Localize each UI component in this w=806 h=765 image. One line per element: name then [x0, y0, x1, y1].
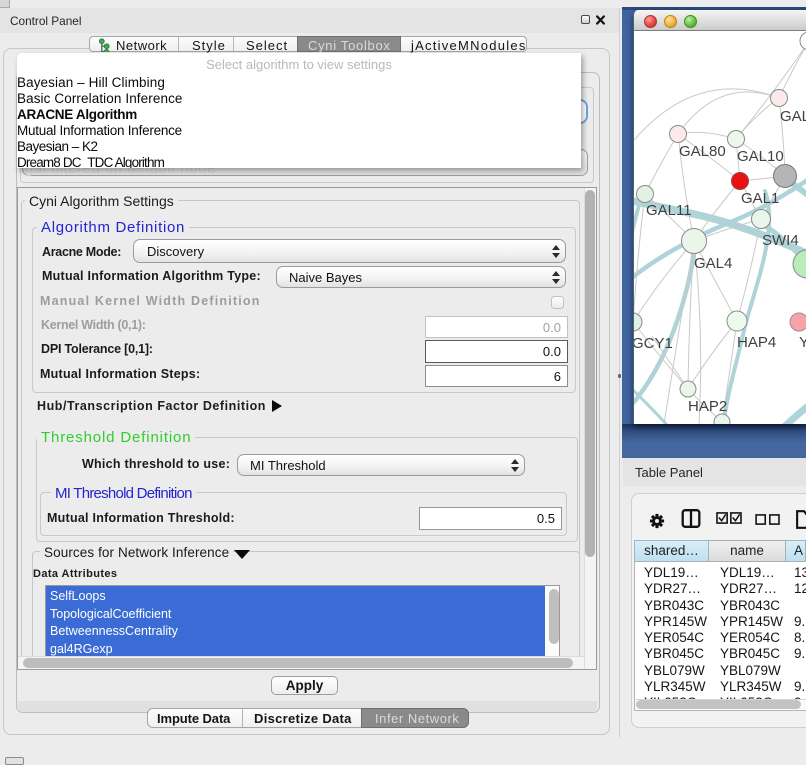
svg-text:GCY1: GCY1 [634, 335, 673, 352]
svg-text:Y: Y [799, 334, 806, 351]
svg-text:HAP2: HAP2 [688, 398, 727, 415]
svg-text:GAL80: GAL80 [679, 143, 726, 160]
svg-text:GAL10: GAL10 [737, 148, 784, 165]
svg-text:HAP4: HAP4 [737, 334, 776, 351]
svg-text:GAL4: GAL4 [694, 255, 732, 272]
svg-text:GAL7: GAL7 [780, 108, 806, 125]
svg-text:GAL11: GAL11 [646, 202, 692, 219]
svg-text:GAL1: GAL1 [741, 190, 779, 207]
svg-text:SWI4: SWI4 [762, 232, 799, 249]
